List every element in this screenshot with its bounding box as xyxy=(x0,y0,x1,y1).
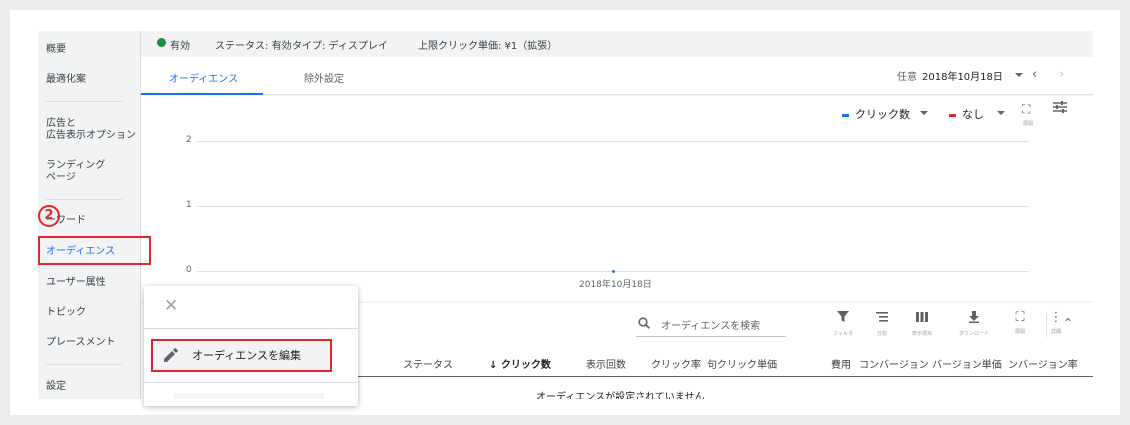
sidebar-item-landing-line2[interactable]: ページ xyxy=(46,171,76,184)
sidebar-item-placements[interactable]: プレースメント xyxy=(46,336,116,349)
faded-menu-item xyxy=(174,393,324,399)
expand-table-label: 展開 xyxy=(1014,329,1025,335)
col-header-conv-rate[interactable]: ンバージョン率 xyxy=(1008,356,1078,371)
filter-button[interactable]: フィルタ xyxy=(828,311,858,337)
sidebar-divider xyxy=(46,199,122,200)
col-header-ctr[interactable]: クリック率 xyxy=(651,356,701,371)
columns-label: 表示項目 xyxy=(911,331,932,337)
x-tick-label: 2018年10月18日 xyxy=(579,280,652,290)
step-number-badge: 2 xyxy=(38,205,60,227)
col-header-impressions[interactable]: 表示回数 xyxy=(586,356,626,371)
sidebar-item-recommendations[interactable]: 最適化案 xyxy=(46,73,86,86)
metric2-label: なし xyxy=(962,108,984,121)
toolbar-divider xyxy=(1046,313,1047,337)
segment-button[interactable]: 分割 xyxy=(867,311,897,337)
metric2-dropdown-icon[interactable] xyxy=(997,111,1005,115)
data-point xyxy=(611,269,615,273)
col-header-avg-cpc[interactable]: 句クリック単価 xyxy=(707,356,777,371)
date-range-label: 任意 xyxy=(897,72,917,83)
metric1-label: クリック数 xyxy=(855,108,910,121)
col-header-clicks[interactable]: ↓ クリック数 xyxy=(489,356,551,371)
sidebar-item-ads-line2[interactable]: 広告表示オプション xyxy=(46,129,136,142)
chevron-up-icon[interactable]: ⌃ xyxy=(1063,316,1073,330)
gridline xyxy=(197,141,1029,142)
audience-highlight-box xyxy=(38,236,151,265)
download-label: ダウンロード xyxy=(959,331,990,337)
header-underline xyxy=(353,376,1093,377)
date-range-value[interactable]: 2018年10月18日 xyxy=(922,68,1003,83)
status-state: 有効 xyxy=(170,41,190,52)
prev-date-icon[interactable]: ‹ xyxy=(1032,67,1037,82)
search-input[interactable]: オーディエンスを検索 xyxy=(661,317,760,332)
tab-exclusions[interactable]: 除外設定 xyxy=(304,70,344,85)
metric1-dropdown-icon[interactable] xyxy=(920,111,928,115)
filter-label: フィルタ xyxy=(833,331,853,337)
tune-icon[interactable] xyxy=(1051,100,1069,117)
expand-button[interactable]: ⛶ 展開 xyxy=(1005,310,1035,336)
tab-audiences[interactable]: オーディエンス xyxy=(169,70,238,85)
columns-icon xyxy=(907,311,937,327)
columns-button[interactable]: 表示項目 xyxy=(907,311,937,337)
status-text: ステータス: 有効 xyxy=(215,41,292,52)
download-button[interactable]: ダウンロード xyxy=(959,311,989,337)
filter-icon xyxy=(828,311,858,327)
sidebar-item-settings[interactable]: 設定 xyxy=(46,380,66,393)
type-text: タイプ: ディスプレイ xyxy=(292,41,388,52)
empty-table-message: オーディエンスが設定されていません xyxy=(536,392,705,399)
metric1-selector[interactable]: クリック数 xyxy=(842,106,910,122)
date-dropdown-icon[interactable] xyxy=(1015,73,1023,77)
col-header-cost[interactable]: 費用 xyxy=(831,356,851,371)
metric2-swatch xyxy=(949,113,956,117)
sidebar-item-demographics[interactable]: ユーザー属性 xyxy=(46,276,106,289)
campaign-status-bar: 有効 ステータス: 有効 タイプ: ディスプレイ 上限クリック単価: ¥1（拡張… xyxy=(141,31,1093,55)
popup-divider xyxy=(144,382,358,383)
segment-icon xyxy=(867,311,897,327)
download-icon xyxy=(959,311,989,327)
sidebar-divider xyxy=(46,364,122,365)
tab-bar: オーディエンス 除外設定 任意 2018年10月18日 ‹ › xyxy=(141,57,1093,95)
search-icon xyxy=(638,317,650,329)
col-header-conversions[interactable]: コンバージョン xyxy=(859,356,929,371)
close-icon[interactable]: ✕ xyxy=(164,296,178,316)
y-tick-label: 1 xyxy=(186,200,192,210)
popup-divider xyxy=(144,328,358,329)
gridline xyxy=(197,206,1029,207)
col-header-status[interactable]: ステータス xyxy=(403,356,453,371)
expand-label: 展開 xyxy=(1023,121,1034,127)
edit-highlight-box xyxy=(151,339,332,372)
y-tick-label: 0 xyxy=(186,265,192,275)
y-tick-label: 2 xyxy=(186,135,192,145)
fullscreen-icon[interactable]: ⛶ xyxy=(1022,102,1030,117)
col-header-cost-per-conv[interactable]: バージョン単価 xyxy=(932,356,1002,371)
active-tab-indicator xyxy=(141,93,263,95)
status-dot-icon xyxy=(157,38,166,47)
sidebar-divider xyxy=(46,101,122,102)
metric2-selector[interactable]: なし xyxy=(949,106,984,122)
sidebar-item-topics[interactable]: トピック xyxy=(46,306,86,319)
metric1-swatch xyxy=(842,113,849,117)
segment-label: 分割 xyxy=(876,331,887,337)
search-underline xyxy=(636,336,786,337)
performance-chart: クリック数 なし ⛶ 展開 2 1 0 2018年10月18日 xyxy=(141,96,1093,301)
next-date-icon[interactable]: › xyxy=(1059,67,1064,82)
max-cpc-text: 上限クリック単価: ¥1（拡張） xyxy=(418,41,558,52)
fullscreen-icon: ⛶ xyxy=(1015,310,1025,325)
sidebar-item-overview[interactable]: 概要 xyxy=(46,43,66,56)
